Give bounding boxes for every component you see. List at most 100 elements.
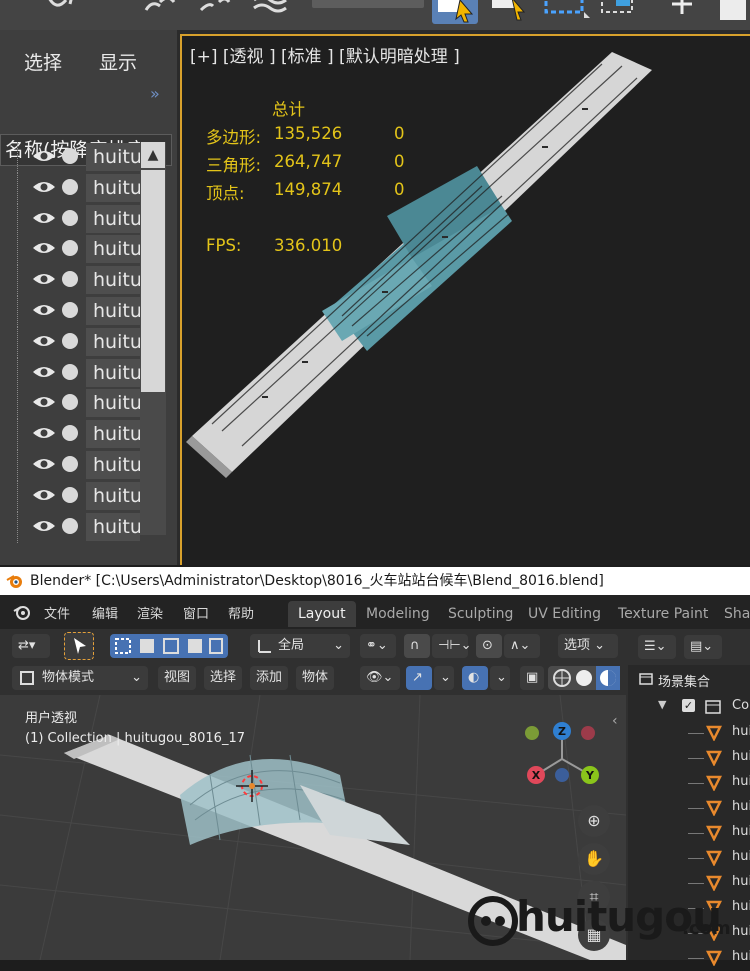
snap-target-icon[interactable]: ⊣⊢⌄ (432, 634, 472, 658)
menu-object[interactable]: 物体 (296, 666, 335, 690)
freeze-icon[interactable] (62, 178, 78, 195)
scene-collection-label[interactable]: 场景集合 (658, 671, 710, 690)
gizmo-toggle-icon[interactable]: ↗ (406, 666, 432, 690)
snap-icon[interactable]: ∩ (404, 634, 430, 658)
list-item[interactable]: huitu (0, 234, 140, 266)
tab-select[interactable]: 选择 (24, 48, 62, 75)
select-tool-icon[interactable] (64, 632, 94, 660)
bind-spacewarp-icon[interactable] (250, 0, 290, 22)
shading-buttons[interactable] (548, 666, 620, 690)
overlay-toggle-icon[interactable]: ◐ (462, 666, 488, 690)
sidebar-toggle-icon[interactable]: ‹ (612, 713, 618, 729)
outliner-item[interactable]: hui (628, 721, 750, 746)
freeze-icon[interactable] (62, 240, 78, 257)
menu-edit[interactable]: 编辑 (92, 603, 118, 622)
rotate-button[interactable] (720, 0, 746, 20)
freeze-icon[interactable] (62, 332, 78, 349)
xray-icon[interactable]: ▣ (520, 666, 544, 690)
blender-menu-icon[interactable] (12, 603, 32, 621)
eye-icon[interactable] (32, 179, 56, 195)
eye-icon[interactable] (32, 425, 56, 441)
eye-icon[interactable] (32, 333, 56, 349)
eye-icon[interactable] (32, 240, 56, 256)
menu-window[interactable]: 窗口 (183, 603, 209, 622)
menu-file[interactable]: 文件 (44, 603, 70, 622)
filter-icon[interactable]: ▤⌄ (684, 635, 722, 659)
outliner-item[interactable]: hui (628, 771, 750, 796)
zoom-icon[interactable]: ⊕ (578, 805, 610, 837)
list-item[interactable]: huitu (0, 142, 140, 173)
freeze-icon[interactable] (62, 148, 78, 164)
eye-icon[interactable] (32, 302, 56, 318)
unlink-icon[interactable] (195, 0, 235, 22)
transform-pivot-icon[interactable]: ⇄▾ (12, 634, 50, 658)
menu-add[interactable]: 添加 (250, 666, 289, 690)
list-item[interactable]: huitu (0, 511, 140, 543)
transform-orientation-dropdown[interactable]: 全局 ⌄ (250, 634, 350, 658)
selection-filter-dropdown[interactable] (312, 0, 424, 8)
select-by-name-icon[interactable] (488, 0, 532, 22)
list-item[interactable]: huitu (0, 419, 140, 451)
list-item[interactable]: huitu (0, 357, 140, 389)
select-object-button[interactable] (432, 0, 478, 24)
tab-modeling[interactable]: Modeling (356, 601, 440, 627)
tab-shading[interactable]: Shac (714, 601, 750, 627)
outliner-item[interactable]: hui (628, 796, 750, 821)
tab-uv-editing[interactable]: UV Editing (518, 601, 611, 627)
freeze-icon[interactable] (62, 517, 78, 534)
explorer-scrollbar[interactable]: ▲ (140, 142, 166, 535)
menu-view[interactable]: 视图 (158, 666, 197, 690)
list-item[interactable]: huitu (0, 326, 140, 358)
eye-icon[interactable] (32, 487, 56, 503)
list-item[interactable]: huitu (0, 203, 140, 235)
visibility-icon[interactable]: 👁⌄ (360, 666, 400, 690)
undo-icon[interactable] (40, 0, 80, 22)
outliner-item[interactable]: hui (628, 821, 750, 846)
outliner-item[interactable]: hui (628, 746, 750, 771)
eye-icon[interactable] (32, 148, 56, 164)
menu-select[interactable]: 选择 (204, 666, 243, 690)
expand-chevron-icon[interactable]: » (150, 84, 160, 103)
freeze-icon[interactable] (62, 363, 78, 380)
freeze-icon[interactable] (62, 394, 78, 411)
outliner-item[interactable]: hui (628, 846, 750, 871)
navigation-gizmo[interactable]: Z X Y (516, 719, 606, 799)
max-viewport[interactable]: [+] [透视 ] [标准 ] [默认明暗处理 ] 总计 多边形: 135,52… (180, 34, 750, 565)
eye-icon[interactable] (32, 364, 56, 380)
checkbox-icon[interactable]: ✓ (682, 699, 695, 712)
list-item[interactable]: huitu (0, 388, 140, 420)
options-dropdown[interactable]: 选项 ⌄ (558, 634, 618, 658)
freeze-icon[interactable] (62, 455, 78, 472)
move-icon[interactable] (662, 0, 702, 22)
tab-display[interactable]: 显示 (99, 48, 137, 75)
gizmo-dropdown-icon[interactable]: ⌄ (434, 666, 454, 690)
eye-icon[interactable] (32, 456, 56, 472)
list-item[interactable]: huitu (0, 172, 140, 204)
list-item[interactable]: huitu (0, 295, 140, 327)
menu-render[interactable]: 渲染 (137, 603, 163, 622)
freeze-icon[interactable] (62, 486, 78, 503)
link-icon[interactable] (140, 0, 180, 22)
tab-layout[interactable]: Layout (288, 601, 356, 627)
tab-texture-paint[interactable]: Texture Paint (608, 601, 718, 627)
scrollbar-thumb[interactable] (141, 170, 165, 392)
scroll-up-icon[interactable]: ▲ (141, 142, 165, 168)
eye-icon[interactable] (32, 271, 56, 287)
selection-mode-buttons[interactable] (110, 634, 228, 658)
freeze-icon[interactable] (62, 209, 78, 226)
pivot-point-icon[interactable]: ⚭⌄ (360, 634, 396, 658)
overlay-dropdown-icon[interactable]: ⌄ (490, 666, 510, 690)
collapse-icon[interactable]: ▼ (658, 698, 666, 711)
menu-help[interactable]: 帮助 (228, 603, 254, 622)
eye-icon[interactable] (32, 518, 56, 534)
eye-icon[interactable] (32, 210, 56, 226)
freeze-icon[interactable] (62, 301, 78, 318)
window-crossing-icon[interactable] (598, 0, 642, 22)
outliner-collection-row[interactable]: ▼ ✓ Col (628, 695, 750, 720)
list-item[interactable]: huitu (0, 449, 140, 481)
proportional-edit-icon[interactable]: ⊙ (476, 634, 502, 658)
rectangular-selection-icon[interactable] (542, 0, 592, 22)
eye-icon[interactable] (32, 394, 56, 410)
falloff-icon[interactable]: ∧⌄ (504, 634, 540, 658)
freeze-icon[interactable] (62, 271, 78, 288)
